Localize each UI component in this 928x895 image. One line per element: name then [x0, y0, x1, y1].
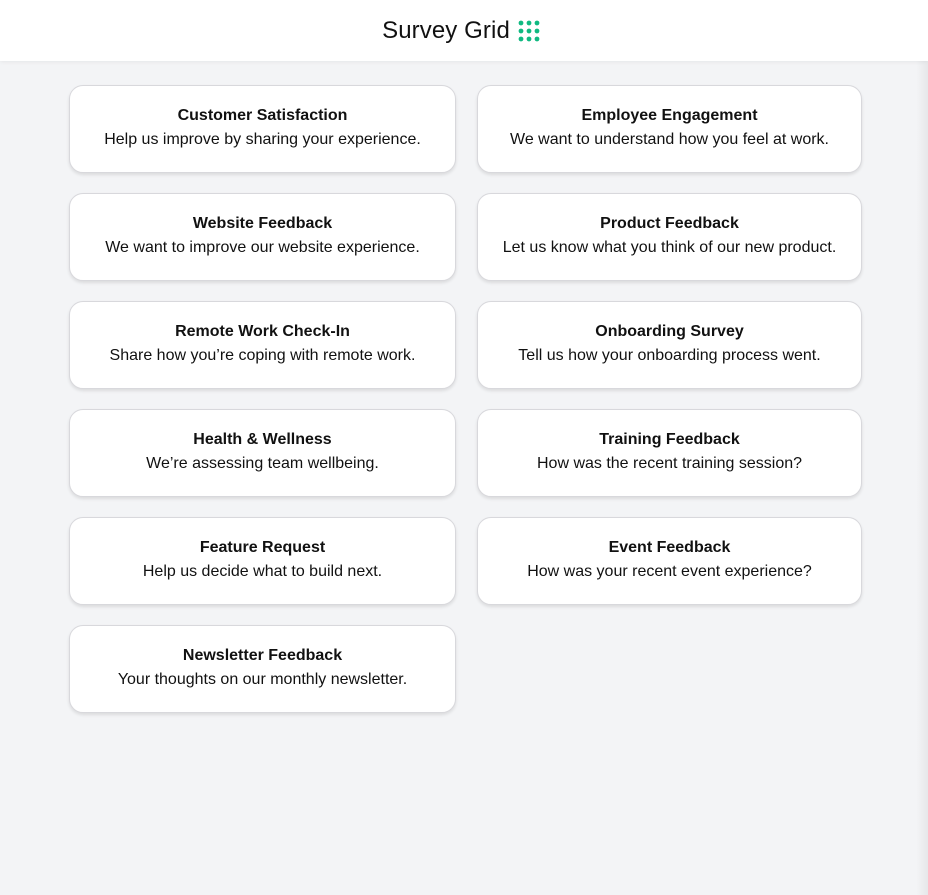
survey-card-description: Share how you’re coping with remote work… [109, 347, 416, 364]
survey-card-title: Onboarding Survey [595, 323, 744, 340]
app-header: Survey Grid [0, 0, 928, 61]
survey-card-feature-request[interactable]: Feature Request Help us decide what to b… [69, 517, 456, 605]
survey-card-description: We’re assessing team wellbeing. [146, 455, 379, 472]
survey-card-title: Customer Satisfaction [177, 107, 348, 124]
survey-card-title: Newsletter Feedback [182, 647, 343, 664]
survey-card-title: Website Feedback [192, 215, 333, 232]
survey-card-title: Event Feedback [608, 539, 731, 556]
scrollbar-track [916, 61, 928, 895]
survey-card-onboarding-survey[interactable]: Onboarding Survey Tell us how your onboa… [477, 301, 862, 389]
survey-card-employee-engagement[interactable]: Employee Engagement We want to understan… [477, 85, 862, 173]
survey-card-title: Health & Wellness [193, 431, 332, 448]
survey-card-description: How was your recent event experience? [527, 563, 812, 580]
survey-card-product-feedback[interactable]: Product Feedback Let us know what you th… [477, 193, 862, 281]
survey-card-title: Feature Request [199, 539, 326, 556]
survey-card-description: We want to understand how you feel at wo… [510, 131, 829, 148]
survey-grid: Customer Satisfaction Help us improve by… [69, 85, 862, 713]
survey-card-description: We want to improve our website experienc… [105, 239, 420, 256]
survey-card-description: Your thoughts on our monthly newsletter. [117, 671, 408, 688]
survey-card-description: Help us improve by sharing your experien… [104, 131, 421, 148]
survey-card-description: Tell us how your onboarding process went… [518, 347, 821, 364]
survey-card-health-wellness[interactable]: Health & Wellness We’re assessing team w… [69, 409, 456, 497]
survey-card-event-feedback[interactable]: Event Feedback How was your recent event… [477, 517, 862, 605]
survey-card-title: Product Feedback [600, 215, 739, 232]
survey-card-training-feedback[interactable]: Training Feedback How was the recent tra… [477, 409, 862, 497]
survey-card-title: Employee Engagement [581, 107, 758, 124]
survey-card-remote-work-check-in[interactable]: Remote Work Check-In Share how you’re co… [69, 301, 456, 389]
grid-dots-icon [518, 20, 540, 41]
survey-card-newsletter-feedback[interactable]: Newsletter Feedback Your thoughts on our… [69, 625, 456, 713]
survey-card-description: How was the recent training session? [536, 455, 803, 472]
survey-card-title: Remote Work Check-In [175, 323, 350, 340]
survey-card-description: Let us know what you think of our new pr… [502, 239, 837, 256]
brand: Survey Grid [382, 17, 540, 45]
survey-card-title: Training Feedback [599, 431, 740, 448]
survey-card-description: Help us decide what to build next. [142, 563, 383, 580]
survey-card-website-feedback[interactable]: Website Feedback We want to improve our … [69, 193, 456, 281]
survey-card-customer-satisfaction[interactable]: Customer Satisfaction Help us improve by… [69, 85, 456, 173]
page-title: Survey Grid [382, 16, 510, 44]
